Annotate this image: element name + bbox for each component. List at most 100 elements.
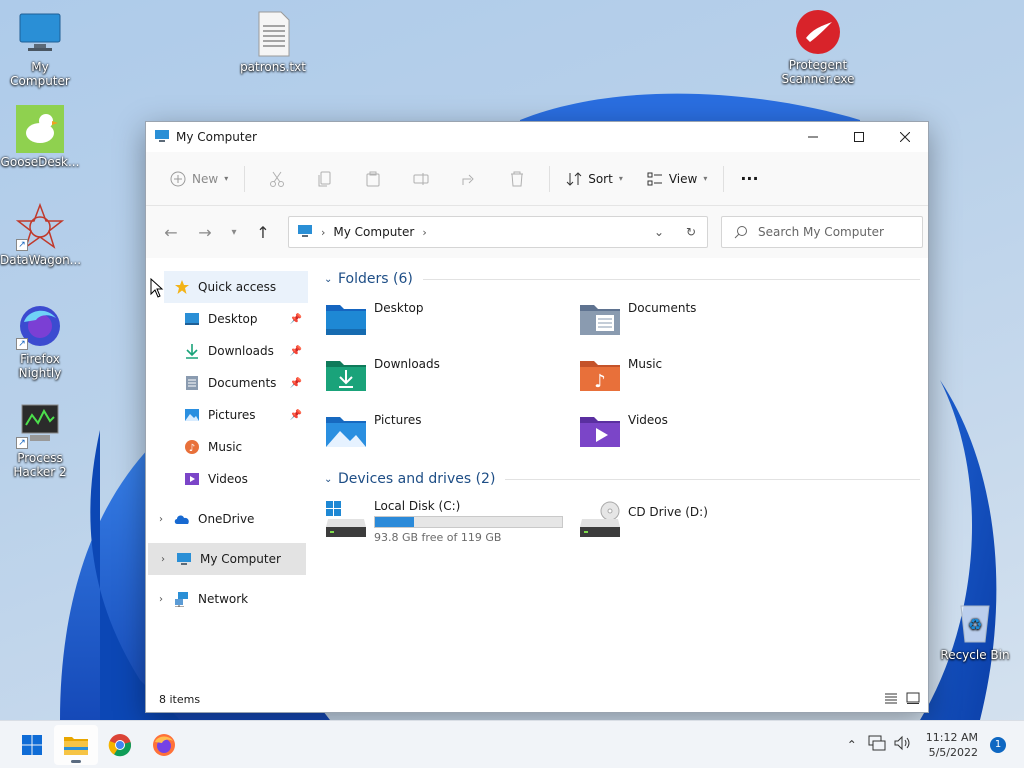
paste-button[interactable] bbox=[349, 163, 397, 195]
nav-item-music[interactable]: ♪ Music bbox=[146, 431, 308, 463]
chevron-right-icon[interactable]: › bbox=[150, 594, 172, 605]
folder-desktop[interactable]: Desktop bbox=[324, 301, 578, 341]
nav-item-label: Videos bbox=[208, 472, 248, 486]
mouse-cursor-icon bbox=[150, 278, 164, 298]
taskbar-file-explorer[interactable] bbox=[54, 724, 98, 765]
chevron-down-icon: ▾ bbox=[224, 174, 229, 183]
nav-item-videos[interactable]: Videos bbox=[146, 463, 308, 495]
nav-item-downloads[interactable]: Downloads 📌 bbox=[146, 335, 308, 367]
nav-item-desktop[interactable]: Desktop 📌 bbox=[146, 303, 308, 335]
details-view-icon bbox=[885, 693, 897, 703]
up-button[interactable]: ↑ bbox=[246, 216, 280, 248]
forward-button[interactable]: → bbox=[188, 216, 222, 248]
chrome-icon bbox=[108, 733, 132, 756]
sort-button[interactable]: Sort ▾ bbox=[558, 163, 631, 195]
notification-badge[interactable]: 1 bbox=[990, 736, 1006, 753]
chevron-right-icon[interactable]: › bbox=[150, 514, 172, 525]
nav-item-documents[interactable]: Documents 📌 bbox=[146, 367, 308, 399]
breadcrumb[interactable]: My Computer bbox=[333, 225, 414, 239]
nav-item-my-computer[interactable]: › My Computer bbox=[148, 543, 306, 575]
drive-cd-d[interactable]: CD Drive (D:) bbox=[578, 499, 832, 544]
taskbar-chrome[interactable] bbox=[98, 725, 142, 765]
folder-music[interactable]: ♪ Music bbox=[578, 357, 832, 397]
address-dropdown-icon[interactable]: ⌄ bbox=[643, 225, 675, 239]
desktop-icon-label: Protegent Scanner.exe bbox=[781, 58, 855, 86]
view-button[interactable]: View ▾ bbox=[639, 163, 716, 195]
breadcrumb-separator-icon[interactable]: › bbox=[422, 226, 426, 239]
chevron-down-icon: ▾ bbox=[231, 226, 237, 238]
more-options-button[interactable]: ··· bbox=[732, 163, 766, 195]
desktop-icon-firefox-nightly[interactable]: ↗ Firefox Nightly bbox=[0, 302, 80, 380]
delete-button[interactable] bbox=[493, 163, 541, 195]
desktop-icon-recycle-bin[interactable]: ♻ Recycle Bin bbox=[935, 598, 1015, 662]
nav-item-pictures[interactable]: Pictures 📌 bbox=[146, 399, 308, 431]
folder-downloads[interactable]: Downloads bbox=[324, 357, 578, 397]
share-button[interactable] bbox=[445, 163, 493, 195]
nav-item-onedrive[interactable]: › OneDrive bbox=[146, 503, 308, 535]
details-view-button[interactable] bbox=[884, 692, 898, 707]
clock-time: 11:12 AM bbox=[925, 730, 978, 744]
desktop-icon-patrons-txt[interactable]: patrons.txt bbox=[233, 10, 313, 74]
drives-section-header[interactable]: ⌄ Devices and drives (2) bbox=[324, 467, 920, 491]
cut-button[interactable] bbox=[253, 163, 301, 195]
title-bar[interactable]: My Computer bbox=[146, 122, 928, 152]
videos-icon bbox=[182, 471, 202, 487]
network-tray-icon[interactable] bbox=[864, 735, 890, 754]
close-button[interactable] bbox=[882, 122, 928, 152]
monitor-icon bbox=[297, 223, 313, 242]
item-count: 8 items bbox=[159, 692, 201, 706]
address-bar[interactable]: › My Computer › ⌄ ↻ bbox=[288, 216, 708, 248]
desktop-icon-datawagon[interactable]: ↗ DataWagon... bbox=[0, 202, 81, 267]
pictures-folder-icon bbox=[324, 413, 368, 449]
documents-folder-icon bbox=[578, 301, 622, 337]
recent-locations-button[interactable]: ▾ bbox=[222, 216, 246, 248]
taskbar-firefox[interactable] bbox=[142, 725, 186, 765]
volume-icon[interactable] bbox=[890, 735, 916, 754]
desktop-icon-protegent-scanner[interactable]: Protegent Scanner.exe bbox=[778, 8, 858, 86]
rename-button[interactable] bbox=[397, 163, 445, 195]
chevron-right-icon[interactable]: › bbox=[152, 554, 174, 565]
firefox-nightly-icon: ↗ bbox=[16, 302, 64, 350]
process-hacker-icon: ↗ bbox=[16, 401, 64, 449]
hard-drive-windows-icon bbox=[324, 499, 368, 542]
trash-icon bbox=[511, 171, 524, 186]
close-icon bbox=[900, 132, 910, 142]
chevron-down-icon: ⌄ bbox=[324, 473, 333, 485]
chevron-up-icon[interactable]: ⌃ bbox=[840, 738, 864, 752]
share-icon bbox=[462, 174, 474, 185]
nav-item-network[interactable]: › Network bbox=[146, 583, 308, 615]
datawagon-icon: ↗ bbox=[15, 202, 65, 251]
nav-item-quick-access[interactable]: Quick access bbox=[164, 271, 308, 303]
search-input[interactable] bbox=[758, 225, 918, 239]
recycle-bin-icon: ♻ bbox=[951, 598, 999, 646]
folder-pictures[interactable]: Pictures bbox=[324, 413, 578, 453]
monitor-icon bbox=[174, 551, 194, 567]
drive-local-disk-c[interactable]: Local Disk (C:) 93.8 GB free of 119 GB bbox=[324, 499, 578, 544]
copy-icon bbox=[318, 171, 331, 186]
back-button[interactable]: ← bbox=[154, 216, 188, 248]
pin-icon: 📌 bbox=[289, 377, 302, 389]
desktop-icon-process-hacker[interactable]: ↗ Process Hacker 2 bbox=[0, 401, 80, 479]
desktop-icon-label: Firefox Nightly bbox=[18, 352, 62, 380]
copy-button[interactable] bbox=[301, 163, 349, 195]
window-title: My Computer bbox=[176, 130, 257, 144]
tiles-view-button[interactable] bbox=[906, 692, 920, 707]
minimize-button[interactable] bbox=[790, 122, 836, 152]
desktop-icon-goosedesk[interactable]: GooseDesk... bbox=[0, 105, 80, 169]
new-button[interactable]: New ▾ bbox=[162, 163, 236, 195]
clock[interactable]: 11:12 AM 5/5/2022 bbox=[926, 730, 978, 760]
clock-date: 5/5/2022 bbox=[928, 745, 978, 759]
section-title: Devices and drives (2) bbox=[338, 471, 496, 487]
folders-section-header[interactable]: ⌄ Folders (6) bbox=[324, 267, 920, 291]
navigation-bar: ← → ▾ ↑ › My Computer › ⌄ ↻ bbox=[146, 206, 928, 258]
windows-logo-icon bbox=[22, 734, 42, 755]
folder-documents[interactable]: Documents bbox=[578, 301, 832, 341]
refresh-icon[interactable]: ↻ bbox=[675, 225, 707, 239]
folder-videos[interactable]: Videos bbox=[578, 413, 832, 453]
desktop-icon-my-computer[interactable]: My Computer bbox=[0, 10, 80, 88]
search-box[interactable] bbox=[721, 216, 923, 248]
maximize-button[interactable] bbox=[836, 122, 882, 152]
start-button[interactable] bbox=[10, 725, 54, 765]
pin-icon: 📌 bbox=[289, 345, 302, 357]
new-button-label: New bbox=[192, 171, 219, 186]
